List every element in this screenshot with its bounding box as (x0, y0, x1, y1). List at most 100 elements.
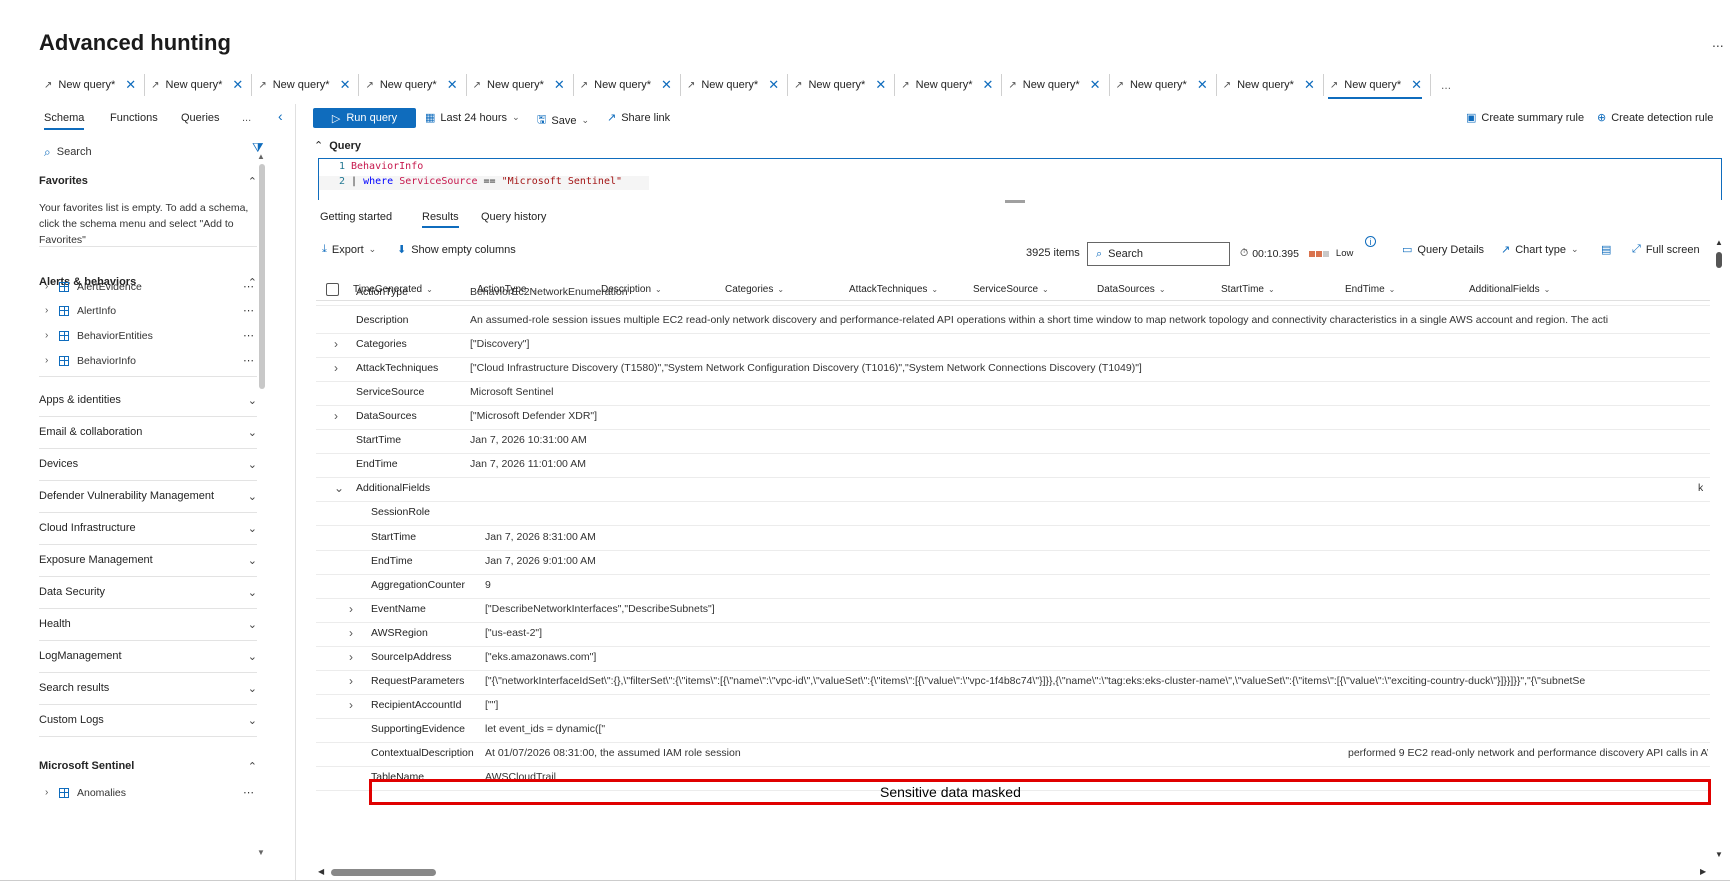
close-icon[interactable]: ✕ (983, 77, 994, 93)
chevron-right-icon[interactable]: › (349, 698, 353, 712)
time-range-dropdown[interactable]: ▦ Last 24 hours ⌄ (425, 111, 520, 125)
section-header[interactable]: Apps & identities ⌄ (39, 394, 257, 407)
section-header[interactable]: Search results ⌄ (39, 682, 257, 695)
schema-item-alertinfo[interactable]: › AlertInfo ⋯ (45, 304, 255, 318)
schema-more-icon[interactable]: ... (242, 112, 251, 124)
section-header[interactable]: Custom Logs ⌄ (39, 714, 257, 727)
section-header[interactable]: Email & collaboration ⌄ (39, 426, 257, 439)
query-tab[interactable]: ↗ New query* ✕ (359, 74, 467, 96)
favorites-header[interactable]: Favorites ⌃ (39, 175, 257, 188)
tab-query-history[interactable]: Query history (481, 211, 546, 223)
section-header[interactable]: Data Security ⌄ (39, 586, 257, 599)
more-icon[interactable]: ⋯ (243, 304, 255, 317)
close-icon[interactable]: ✕ (661, 77, 672, 93)
query-tab[interactable]: ↗ New query* ✕ (145, 74, 253, 96)
create-summary-rule-button[interactable]: ▣ Create summary rule (1466, 111, 1584, 125)
close-icon[interactable]: ✕ (1304, 77, 1315, 93)
close-icon[interactable]: ✕ (554, 77, 565, 93)
result-field-row[interactable]: EndTime Jan 7, 2026 9:01:00 AM (316, 549, 1710, 575)
chevron-right-icon[interactable]: › (334, 361, 338, 375)
tab-results[interactable]: Results (422, 211, 459, 228)
result-field-row[interactable]: SessionRole (316, 500, 1710, 526)
scroll-up-icon[interactable]: ▲ (1715, 238, 1723, 247)
more-icon[interactable]: ⋯ (243, 354, 255, 367)
results-vertical-scrollbar[interactable] (1716, 252, 1722, 268)
close-icon[interactable]: ✕ (1411, 77, 1422, 93)
chevron-right-icon[interactable]: › (349, 674, 353, 688)
create-detection-rule-button[interactable]: ⊕ Create detection rule (1597, 111, 1713, 125)
close-icon[interactable]: ✕ (340, 77, 351, 93)
schema-search-input[interactable]: ⌕ Search (44, 142, 269, 162)
result-field-row[interactable]: ActionType BehaviorEc2NetworkEnumeration (316, 280, 1710, 306)
result-field-row[interactable]: ContextualDescription At 01/07/2026 08:31… (316, 741, 1710, 767)
save-button[interactable]: 🖫 Save ⌄ (537, 111, 589, 130)
result-field-row[interactable]: › RequestParameters ["{\"networkInterfaceI… (316, 669, 1710, 695)
column-settings-button[interactable]: ▤ (1601, 243, 1611, 256)
share-link-button[interactable]: ↗ Share link (607, 111, 670, 125)
result-field-row[interactable]: › AWSRegion ["us-east-2"] (316, 621, 1710, 647)
chevron-right-icon[interactable]: › (334, 409, 338, 423)
query-tab[interactable]: ↗ New query* ✕ (1002, 74, 1110, 96)
close-icon[interactable]: ✕ (1090, 77, 1101, 93)
results-horizontal-scrollbar[interactable] (331, 869, 436, 876)
result-field-row[interactable]: › EventName ["DescribeNetworkInterfaces","… (316, 597, 1710, 623)
query-tab[interactable]: ↗ New query* ✕ (1324, 74, 1432, 99)
section-header[interactable]: Cloud Infrastructure ⌄ (39, 522, 257, 535)
result-field-row[interactable]: › RecipientAccountId [""] (316, 693, 1710, 719)
close-icon[interactable]: ✕ (447, 77, 458, 93)
close-icon[interactable]: ✕ (232, 77, 243, 93)
close-icon[interactable]: ✕ (768, 77, 779, 93)
query-tab[interactable]: ↗ New query* ✕ (467, 74, 574, 96)
result-field-row[interactable]: EndTime Jan 7, 2026 11:01:00 AM (316, 452, 1710, 478)
query-tab[interactable]: ↗ New query* ✕ (788, 74, 896, 96)
schema-item-behaviorinfo[interactable]: › BehaviorInfo ⋯ (45, 354, 255, 368)
chevron-right-icon[interactable]: › (349, 626, 353, 640)
chevron-right-icon[interactable]: › (334, 337, 338, 351)
schema-item-alertevidence[interactable]: › AlertEvidence ⋯ (45, 280, 255, 294)
result-field-row[interactable]: AggregationCounter 9 (316, 573, 1710, 599)
result-field-row[interactable]: SupportingEvidence let event_ids = dynami… (316, 717, 1710, 743)
result-field-row[interactable]: › AttackTechniques ["Cloud Infrastructure … (316, 356, 1710, 382)
chevron-right-icon[interactable]: › (349, 602, 353, 616)
result-field-row[interactable]: › DataSources ["Microsoft Defender XDR"] (316, 404, 1710, 430)
schema-scrollbar[interactable] (259, 164, 265, 389)
section-header[interactable]: Health ⌄ (39, 618, 257, 631)
scroll-down-icon[interactable]: ▼ (1715, 850, 1723, 859)
result-field-row[interactable]: StartTime Jan 7, 2026 10:31:00 AM (316, 428, 1710, 454)
export-button[interactable]: ⤓ Export ⌄ (322, 243, 376, 256)
tab-functions[interactable]: Functions (110, 112, 158, 124)
scroll-left-icon[interactable]: ◀ (318, 867, 324, 876)
section-header[interactable]: Devices ⌄ (39, 458, 257, 471)
sentinel-header[interactable]: Microsoft Sentinel ⌃ (39, 760, 257, 773)
schema-item-behaviorentities[interactable]: › BehaviorEntities ⋯ (45, 329, 255, 343)
chart-type-dropdown[interactable]: ↗ Chart type ⌄ (1501, 243, 1579, 257)
query-details-button[interactable]: ▭ Query Details (1402, 243, 1484, 257)
query-tab[interactable]: ↗ New query* ✕ (252, 74, 360, 96)
chevron-down-icon[interactable]: ⌄ (334, 481, 344, 495)
scroll-right-icon[interactable]: ▶ (1700, 867, 1706, 876)
result-field-row[interactable]: ⌄ AdditionalFields k (316, 476, 1710, 502)
show-empty-columns-button[interactable]: ⬇ Show empty columns (397, 243, 516, 257)
collapse-panel-icon[interactable]: ‹ (278, 108, 283, 124)
section-header[interactable]: Exposure Management ⌄ (39, 554, 257, 567)
result-field-row[interactable]: StartTime Jan 7, 2026 8:31:00 AM (316, 525, 1710, 551)
scroll-down-icon[interactable]: ▼ (257, 848, 265, 857)
more-icon[interactable]: ⋯ (243, 280, 255, 293)
editor-resize-handle[interactable] (1005, 200, 1025, 203)
query-tab[interactable]: ↗ New query* ✕ (1110, 74, 1217, 96)
query-tab[interactable]: ↗ New query* ✕ (38, 74, 146, 96)
section-header[interactable]: LogManagement ⌄ (39, 650, 257, 663)
info-icon[interactable]: i (1365, 236, 1376, 247)
tab-getting-started[interactable]: Getting started (320, 211, 392, 223)
result-field-row[interactable]: › SourceIpAddress ["eks.amazonaws.com"] (316, 645, 1710, 671)
more-options-icon[interactable]: ... (1712, 34, 1724, 50)
more-icon[interactable]: ⋯ (243, 786, 255, 799)
more-icon[interactable]: ⋯ (243, 329, 255, 342)
query-tab[interactable]: ↗ New query* ✕ (1217, 74, 1324, 96)
chevron-right-icon[interactable]: › (349, 650, 353, 664)
close-icon[interactable]: ✕ (875, 77, 886, 93)
tab-queries[interactable]: Queries (181, 112, 220, 124)
scroll-up-icon[interactable]: ▲ (257, 152, 265, 161)
result-field-row[interactable]: Description An assumed-role session issue… (316, 308, 1710, 334)
results-search-input[interactable]: ⌕ Search (1087, 242, 1230, 266)
